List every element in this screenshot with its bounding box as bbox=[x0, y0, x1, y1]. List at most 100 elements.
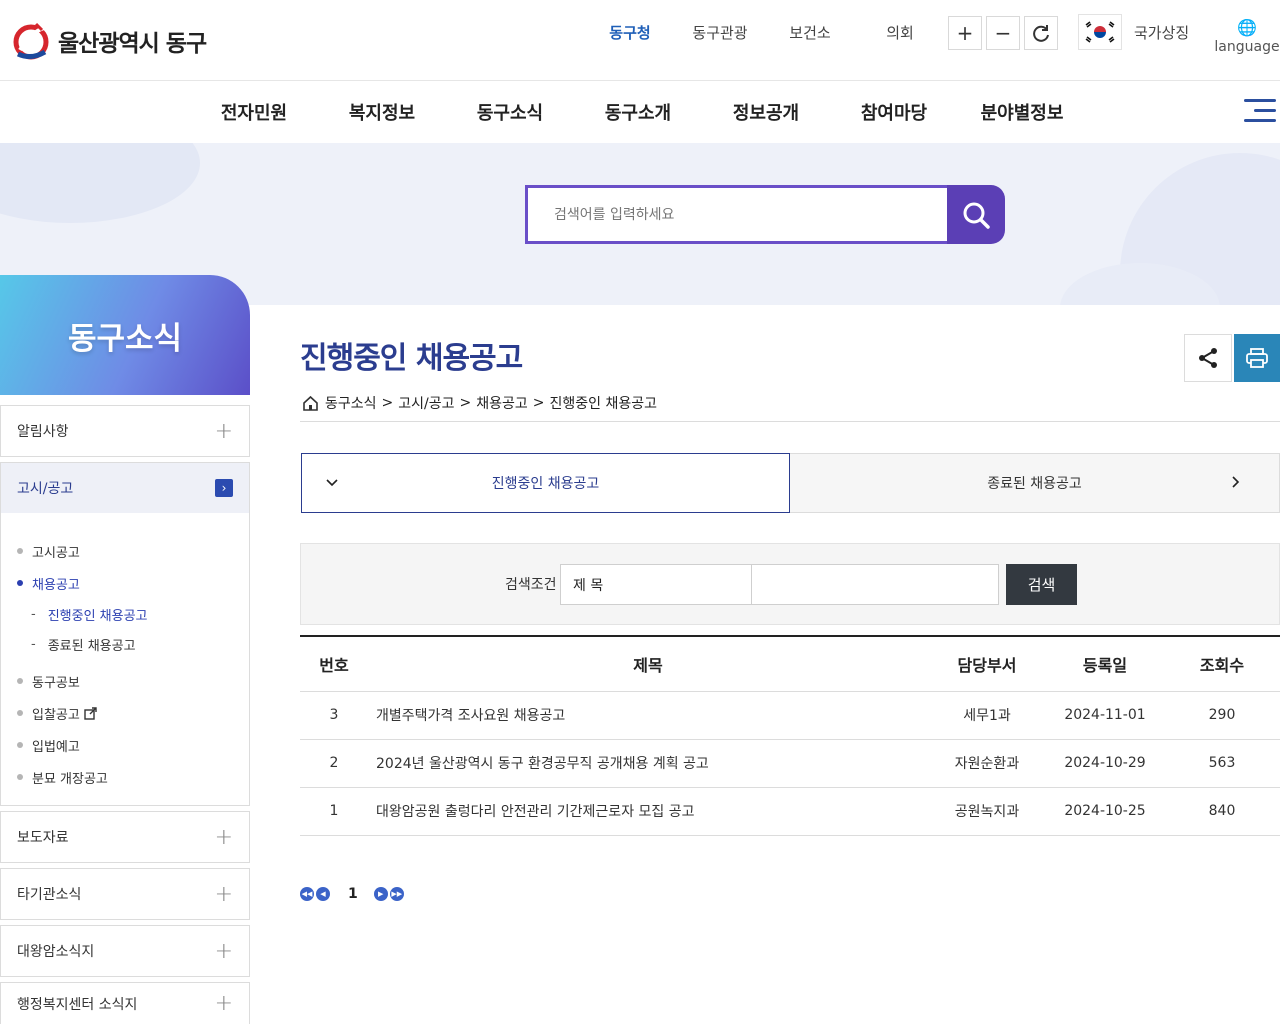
tab-ongoing-recruitment[interactable]: 진행중인 채용공고 bbox=[301, 453, 790, 513]
breadcrumb-item[interactable]: 고시/공고 bbox=[398, 393, 454, 413]
cell-number: 3 bbox=[300, 691, 368, 740]
sidebar-title: 동구소식 bbox=[0, 275, 250, 395]
cell-number: 1 bbox=[300, 787, 368, 836]
column-header: 조회수 bbox=[1164, 636, 1280, 692]
recruitment-table: 번호 제목 담당부서 등록일 조회수 3 개별주택가격 조사요원 채용공고 세무… bbox=[300, 635, 1280, 836]
gnb-item-welfare[interactable]: 복지정보 bbox=[318, 99, 446, 125]
sidebar-sub-recruitment[interactable]: 채용공고 bbox=[17, 567, 148, 599]
korean-flag-icon bbox=[1078, 14, 1122, 50]
plus-icon: + bbox=[214, 824, 233, 850]
cell-title-link[interactable]: 2024년 울산광역시 동구 환경공무직 공개채용 계획 공고 bbox=[368, 739, 928, 788]
sidebar-sub-ongoing-recruitment[interactable]: - 진행중인 채용공고 bbox=[17, 599, 148, 629]
breadcrumb-current: 진행중인 채용공고 bbox=[549, 396, 658, 412]
chevron-down-icon bbox=[326, 479, 338, 487]
gnb-item-info-disclosure[interactable]: 정보공개 bbox=[702, 99, 830, 125]
sidebar-sub-public-notice[interactable]: 고시공고 bbox=[17, 535, 148, 567]
divider bbox=[300, 421, 1280, 422]
prev-page-icon[interactable]: ◀ bbox=[316, 887, 330, 901]
column-header: 등록일 bbox=[1046, 636, 1164, 692]
breadcrumb-item[interactable]: 동구소식 bbox=[325, 393, 377, 413]
site-link-health-center[interactable]: 보건소 bbox=[770, 22, 850, 43]
cell-department: 공원녹지과 bbox=[928, 787, 1046, 836]
cell-title-link[interactable]: 대왕암공원 출렁다리 안전관리 기간제근로자 모집 공고 bbox=[368, 787, 928, 836]
cell-views: 840 bbox=[1164, 787, 1280, 836]
chevron-right-icon: › bbox=[215, 479, 233, 497]
first-page-icon[interactable]: ◀◀ bbox=[300, 887, 314, 901]
search-keyword-input[interactable] bbox=[752, 564, 999, 605]
site-search-button[interactable] bbox=[947, 185, 1005, 244]
language-label: language bbox=[1214, 39, 1280, 55]
national-symbol-link[interactable]: 국가상징 bbox=[1078, 14, 1189, 50]
site-search bbox=[525, 185, 1005, 244]
top-header: 울산광역시 동구 동구청 동구관광 보건소 의회 + − 국가상징 🌐 lang… bbox=[0, 0, 1280, 81]
sidebar-submenu: 고시공고 채용공고 - 진행중인 채용공고 - 종료된 채용공고 동구공보 입찰공고… bbox=[17, 535, 148, 793]
share-button[interactable] bbox=[1184, 334, 1232, 382]
share-icon bbox=[1199, 348, 1217, 368]
logo-emblem-icon bbox=[13, 22, 49, 60]
next-page-icon[interactable]: ▶ bbox=[373, 887, 388, 901]
page-title: 진행중인 채용공고 bbox=[300, 341, 523, 376]
last-page-icon[interactable]: ▶▶ bbox=[389, 887, 404, 901]
refresh-icon bbox=[1033, 25, 1049, 42]
search-icon bbox=[963, 202, 990, 229]
gnb-item-civil-service[interactable]: 전자민원 bbox=[190, 99, 318, 125]
plus-icon: + bbox=[214, 418, 233, 444]
logo-text: 울산광역시 동구 bbox=[58, 31, 207, 57]
cell-views: 563 bbox=[1164, 739, 1280, 788]
sidebar-item-press[interactable]: 보도자료 + bbox=[0, 811, 250, 863]
main-navigation: 전자민원 복지정보 동구소식 동구소개 정보공개 참여마당 분야별정보 bbox=[0, 81, 1280, 143]
sidebar-sub-grave-relocation[interactable]: 분묘 개장공고 bbox=[17, 761, 148, 793]
cell-date: 2024-11-01 bbox=[1046, 691, 1164, 740]
sidebar-item-announcements[interactable]: 고시/공고 › bbox=[1, 463, 249, 513]
pagination: ◀◀ ◀ 1 ▶ ▶▶ bbox=[300, 886, 406, 902]
gnb-item-participation[interactable]: 참여마당 bbox=[830, 99, 958, 125]
site-links: 동구청 동구관광 보건소 의회 bbox=[590, 22, 950, 43]
plus-icon: + bbox=[214, 938, 233, 964]
table-row: 1 대왕암공원 출렁다리 안전관리 기간제근로자 모집 공고 공원녹지과 202… bbox=[300, 787, 1280, 836]
sidebar-item-welfare-center-newsletter[interactable]: 행정복지센터 소식지 + bbox=[0, 982, 250, 1024]
sidebar-item-daewangam-newsletter[interactable]: 대왕암소식지 + bbox=[0, 925, 250, 977]
breadcrumb-item[interactable]: 채용공고 bbox=[476, 393, 528, 413]
site-search-input[interactable] bbox=[525, 185, 947, 244]
sidebar-sub-bidding[interactable]: 입찰공고 bbox=[17, 697, 148, 729]
board-search-form: 검색조건 제 목 검색 bbox=[300, 543, 1280, 625]
national-symbol-label: 국가상징 bbox=[1134, 23, 1190, 42]
sidebar-sub-closed-recruitment[interactable]: - 종료된 채용공고 bbox=[17, 629, 148, 659]
menu-icon[interactable] bbox=[1244, 99, 1276, 125]
column-header: 담당부서 bbox=[928, 636, 1046, 692]
site-logo[interactable]: 울산광역시 동구 bbox=[12, 20, 207, 62]
cell-date: 2024-10-29 bbox=[1046, 739, 1164, 788]
sidebar-sub-gazette[interactable]: 동구공보 bbox=[17, 665, 148, 697]
sidebar-item-other-agencies[interactable]: 타기관소식 + bbox=[0, 868, 250, 920]
cell-date: 2024-10-25 bbox=[1046, 787, 1164, 836]
site-link-donggu[interactable]: 동구청 bbox=[590, 22, 670, 43]
sidebar-sub-legislation[interactable]: 입법예고 bbox=[17, 729, 148, 761]
column-header: 제목 bbox=[368, 636, 928, 692]
site-link-council[interactable]: 의회 bbox=[860, 22, 940, 43]
site-link-tourism[interactable]: 동구관광 bbox=[680, 22, 760, 43]
breadcrumb: 동구소식 > 고시/공고 > 채용공고 > 진행중인 채용공고 bbox=[302, 393, 657, 413]
page-number-current[interactable]: 1 bbox=[348, 886, 358, 902]
zoom-in-button[interactable]: + bbox=[948, 16, 982, 50]
chevron-right-icon bbox=[1232, 476, 1240, 488]
gnb-item-about[interactable]: 동구소개 bbox=[574, 99, 702, 125]
cell-department: 세무1과 bbox=[928, 691, 1046, 740]
gnb-item-news[interactable]: 동구소식 bbox=[446, 99, 574, 125]
print-button[interactable] bbox=[1234, 334, 1280, 382]
zoom-out-button[interactable]: − bbox=[986, 16, 1020, 50]
search-condition-select[interactable]: 제 목 bbox=[560, 564, 752, 605]
plus-icon: + bbox=[214, 881, 233, 907]
tab-closed-recruitment[interactable]: 종료된 채용공고 bbox=[790, 453, 1280, 513]
zoom-reset-button[interactable] bbox=[1024, 16, 1058, 50]
language-button[interactable]: 🌐 language bbox=[1214, 18, 1280, 55]
printer-icon bbox=[1246, 348, 1268, 368]
cell-department: 자원순환과 bbox=[928, 739, 1046, 788]
sidebar-item-notice[interactable]: 알림사항 + bbox=[0, 405, 250, 457]
gnb-item-field-info[interactable]: 분야별정보 bbox=[958, 99, 1086, 125]
table-row: 2 2024년 울산광역시 동구 환경공무직 공개채용 계획 공고 자원순환과 … bbox=[300, 739, 1280, 788]
search-submit-button[interactable]: 검색 bbox=[1006, 564, 1077, 605]
cell-title-link[interactable]: 개별주택가격 조사요원 채용공고 bbox=[368, 691, 928, 740]
zoom-controls: + − bbox=[948, 16, 1062, 50]
home-icon[interactable] bbox=[302, 395, 319, 412]
sidebar-item-announcements-expanded: 고시/공고 › 고시공고 채용공고 - 진행중인 채용공고 - 종료된 채용공고 동… bbox=[0, 462, 250, 806]
